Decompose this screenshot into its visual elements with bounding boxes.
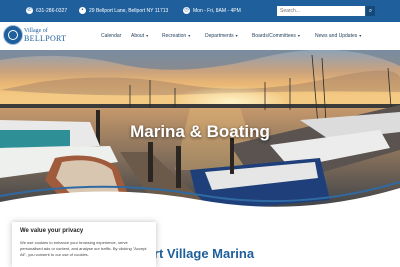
chevron-down-icon: ▾ — [188, 33, 191, 38]
cookie-title: We value your privacy — [20, 228, 84, 234]
clock-icon: ◷ — [183, 7, 190, 14]
phone-icon: ✆ — [26, 7, 33, 14]
nav-calendar[interactable]: Calendar — [101, 33, 121, 39]
cookie-text: We use cookies to enhance your browsing … — [20, 240, 147, 257]
chevron-down-icon: ▾ — [235, 33, 238, 38]
hours-text: Mon - Fri, 8AM - 4PM — [193, 7, 241, 14]
phone-number[interactable]: 631-286-0327 — [36, 8, 67, 14]
chevron-down-icon: ▾ — [359, 33, 362, 38]
chevron-down-icon: ▾ — [297, 33, 300, 38]
nav-recreation-label: Recreation — [162, 33, 187, 39]
search-input[interactable] — [277, 6, 365, 16]
hours-info: ◷ Mon - Fri, 8AM - 4PM — [183, 7, 241, 14]
map-pin-icon: • — [79, 7, 86, 14]
nav-boards-label: Boards/Committees — [252, 33, 296, 39]
search-button[interactable]: ⌕ — [366, 6, 375, 16]
nav-departments[interactable]: Departments ▾ — [205, 33, 238, 39]
top-info-bar: ✆ 631-286-0327 • 29 Bellport Lane, Bellp… — [0, 0, 400, 22]
address-info[interactable]: • 29 Bellport Lane, Bellport NY 11713 — [79, 7, 168, 14]
nav-about[interactable]: About ▾ — [131, 33, 148, 39]
hero-title: Marina & Boating — [130, 122, 270, 141]
site-header: Village of BELLPORT Calendar About ▾ Recr… — [0, 22, 400, 50]
cookie-consent-popup: We value your privacy We use cookies to … — [12, 222, 156, 267]
nav-departments-label: Departments — [205, 33, 234, 39]
nav-calendar-label: Calendar — [101, 33, 122, 39]
chevron-down-icon: ▾ — [146, 33, 149, 38]
address-text[interactable]: 29 Bellport Lane, Bellport NY 11713 — [89, 8, 168, 14]
nav-recreation[interactable]: Recreation ▾ — [162, 33, 190, 39]
village-seal-logo[interactable] — [3, 25, 23, 45]
logo-line-2: BELLPORT — [24, 34, 67, 43]
search-icon: ⌕ — [368, 7, 373, 14]
nav-news-label: News and Updates — [315, 33, 358, 39]
phone-info[interactable]: ✆ 631-286-0327 — [26, 7, 67, 14]
seal-ring — [8, 30, 18, 40]
nav-about-label: About — [131, 33, 145, 39]
site-logo-text[interactable]: Village of BELLPORT — [24, 28, 67, 43]
nav-boards-committees[interactable]: Boards/Committees ▾ — [252, 33, 300, 39]
hero-banner: Marina & Boating — [0, 50, 400, 212]
nav-news-updates[interactable]: News and Updates ▾ — [315, 33, 361, 39]
